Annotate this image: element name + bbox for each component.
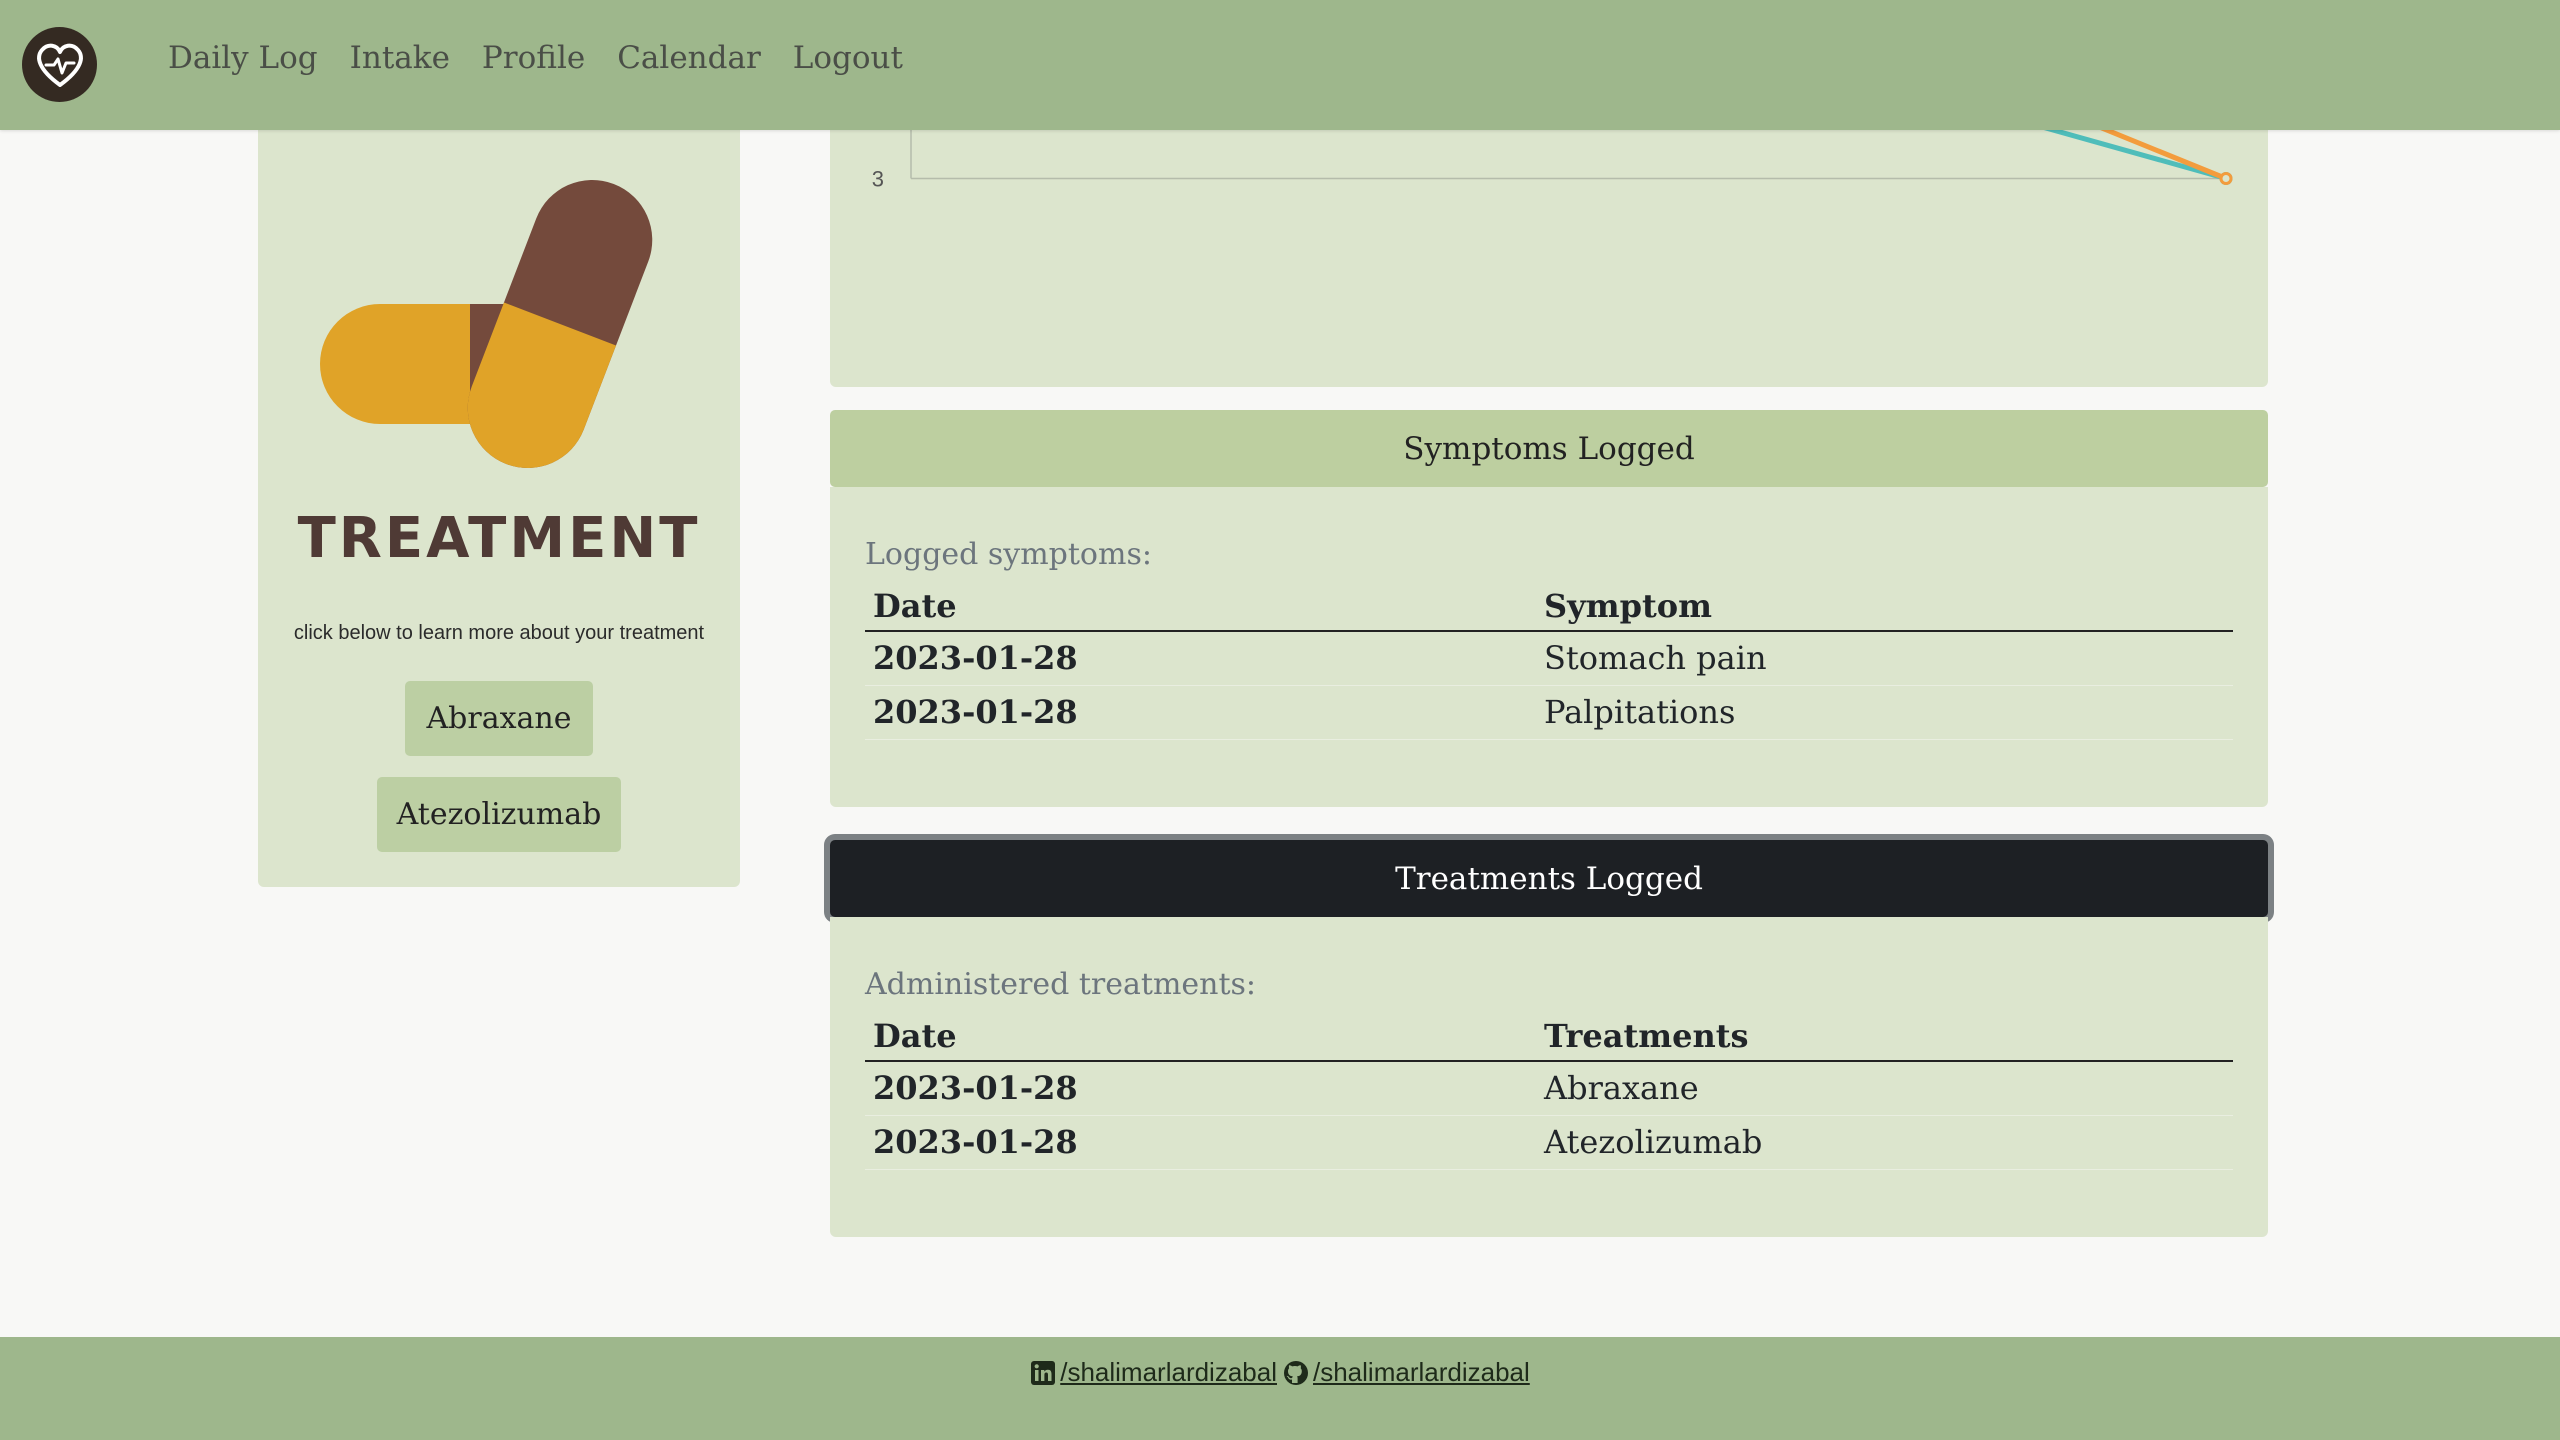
y-tick-label: 3 [872, 167, 884, 192]
table-row: 2023-01-28 Stomach pain [865, 631, 2233, 686]
nav-intake[interactable]: Intake [350, 40, 450, 76]
cell-date: 2023-01-28 [865, 1061, 1536, 1116]
cell-date: 2023-01-28 [865, 1115, 1536, 1170]
linkedin-icon [1031, 1360, 1056, 1385]
symptoms-logged-header[interactable]: Symptoms Logged [830, 410, 2268, 487]
github-handle: /shalimarlardizabal [1313, 1357, 1530, 1387]
linkedin-handle: /shalimarlardizabal [1060, 1357, 1277, 1387]
column-header-symptom: Symptom [1536, 581, 2233, 632]
treatments-panel: Administered treatments: Date Treatments… [830, 917, 2268, 1237]
column-header-date: Date [865, 1011, 1536, 1062]
symptom-severity-chart-card: 543 [830, 130, 2268, 387]
series-line [2043, 130, 2229, 181]
cell-treatment: Atezolizumab [1536, 1115, 2233, 1170]
cell-symptom: Stomach pain [1536, 631, 2233, 686]
treatment-title: TREATMENT [297, 506, 701, 571]
pill-capsules-icon [320, 179, 653, 469]
nav-logout[interactable]: Logout [793, 40, 903, 76]
symptoms-table: Date Symptom 2023-01-28 Stomach pain 202… [865, 581, 2233, 740]
cell-symptom: Palpitations [1536, 685, 2233, 740]
symptoms-panel: Logged symptoms: Date Symptom 2023-01-28… [830, 487, 2268, 807]
table-row: 2023-01-28 Palpitations [865, 685, 2233, 740]
treatments-logged-header[interactable]: Treatments Logged [830, 840, 2268, 917]
atezolizumab-button[interactable]: Atezolizumab [377, 777, 621, 852]
table-row: 2023-01-28 Abraxane [865, 1061, 2233, 1116]
top-navbar: Daily Log Intake Profile Calendar Logout [0, 0, 2560, 130]
treatments-table: Date Treatments 2023-01-28 Abraxane 2023… [865, 1011, 2233, 1170]
treatments-label: Administered treatments: [865, 967, 1257, 1002]
cell-date: 2023-01-28 [865, 631, 1536, 686]
page-footer: /shalimarlardizabal /shalimarlardizabal [0, 1337, 2560, 1440]
brand-logo[interactable] [22, 27, 97, 102]
data-point[interactable] [2219, 172, 2233, 185]
symptoms-label: Logged symptoms: [865, 537, 1152, 572]
cell-treatment: Abraxane [1536, 1061, 2233, 1116]
column-header-treatments: Treatments [1536, 1011, 2233, 1062]
linkedin-link[interactable]: /shalimarlardizabal [1030, 1357, 1277, 1388]
table-row: 2023-01-28 Atezolizumab [865, 1115, 2233, 1170]
nav-profile[interactable]: Profile [482, 40, 585, 76]
cell-date: 2023-01-28 [865, 685, 1536, 740]
treatment-caption: click below to learn more about your tre… [293, 622, 705, 644]
abraxane-button[interactable]: Abraxane [405, 681, 593, 756]
nav-calendar[interactable]: Calendar [617, 40, 761, 76]
heart-pulse-icon [36, 43, 83, 87]
github-icon [1284, 1360, 1308, 1385]
column-header-date: Date [865, 581, 1536, 632]
line-chart: 543 [872, 130, 2233, 192]
github-link[interactable]: /shalimarlardizabal [1283, 1357, 1530, 1388]
treatment-sidebar: TREATMENT click below to learn more abou… [258, 130, 740, 887]
nav-daily-log[interactable]: Daily Log [168, 40, 318, 76]
